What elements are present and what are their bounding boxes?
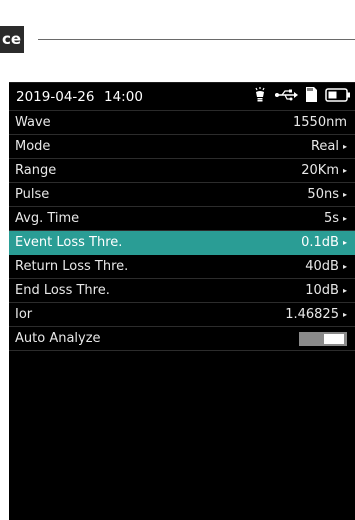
chevron-right-icon: ▸	[342, 285, 347, 295]
setting-label: Auto Analyze	[15, 331, 101, 346]
setting-value-group: 1550nm	[293, 115, 347, 130]
setting-value-group: 20Km ▸	[301, 163, 347, 178]
chevron-right-icon: ▸	[342, 141, 347, 151]
setting-row-avg-time[interactable]: Avg. Time 5s ▸	[9, 207, 355, 231]
header-tag: ce	[0, 26, 24, 53]
chevron-right-icon: ▸	[342, 309, 347, 319]
header-divider	[38, 39, 355, 40]
setting-value: 0.1dB	[301, 235, 339, 250]
setting-row-wave[interactable]: Wave 1550nm	[9, 111, 355, 135]
setting-value-group: 5s ▸	[324, 211, 347, 226]
setting-label: Ior	[15, 307, 33, 322]
setting-value: 1.46825	[285, 307, 339, 322]
setting-value: 5s	[323, 211, 339, 226]
status-icons	[214, 86, 351, 107]
setting-label: Avg. Time	[15, 211, 80, 226]
setting-value-group: 50ns ▸	[307, 187, 347, 202]
setting-row-event-loss-thre[interactable]: Event Loss Thre. 0.1dB ▸	[9, 231, 355, 255]
setting-row-auto-analyze[interactable]: Auto Analyze	[9, 327, 355, 351]
chevron-right-icon: ▸	[342, 237, 347, 247]
setting-row-range[interactable]: Range 20Km ▸	[9, 159, 355, 183]
setting-row-end-loss-thre[interactable]: End Loss Thre. 10dB ▸	[9, 279, 355, 303]
status-bar: 2019-04-26 14:00	[9, 83, 355, 111]
usb-icon	[274, 89, 298, 105]
toggle-knob	[324, 333, 344, 344]
chevron-right-icon: ▸	[342, 261, 347, 271]
setting-value-group: 10dB ▸	[305, 283, 347, 298]
setting-row-pulse[interactable]: Pulse 50ns ▸	[9, 183, 355, 207]
setting-label: Range	[15, 163, 57, 178]
setting-row-return-loss-thre[interactable]: Return Loss Thre. 40dB ▸	[9, 255, 355, 279]
setting-label: Pulse	[15, 187, 50, 202]
device-screen: 2019-04-26 14:00 Wave 1550nm Mode Real ▸…	[9, 82, 355, 520]
sd-card-icon	[306, 87, 317, 106]
lightbulb-icon	[254, 86, 266, 107]
setting-row-mode[interactable]: Mode Real ▸	[9, 135, 355, 159]
setting-value: 40dB	[305, 259, 339, 274]
setting-value-group: Real ▸	[311, 139, 347, 154]
setting-value: 20Km	[301, 163, 339, 178]
setting-label: Mode	[15, 139, 51, 154]
setting-value: 50ns	[307, 187, 339, 202]
status-date: 2019-04-26	[16, 88, 95, 105]
setting-label: Event Loss Thre.	[15, 235, 123, 250]
setting-value: Real	[310, 139, 339, 154]
setting-value-group: 40dB ▸	[305, 259, 347, 274]
setting-value: 10dB	[305, 283, 339, 298]
setting-value-group: 1.46825 ▸	[285, 307, 347, 322]
battery-icon	[325, 87, 351, 106]
chevron-right-icon: ▸	[342, 189, 347, 199]
setting-label: End Loss Thre.	[15, 283, 110, 298]
setting-row-ior[interactable]: Ior 1.46825 ▸	[9, 303, 355, 327]
chevron-right-icon: ▸	[342, 165, 347, 175]
setting-value-group: 0.1dB ▸	[301, 235, 347, 250]
status-time: 14:00	[104, 88, 143, 105]
setting-value: 1550nm	[293, 115, 347, 130]
chevron-right-icon: ▸	[342, 213, 347, 223]
setting-label: Wave	[15, 115, 51, 130]
setting-label: Return Loss Thre.	[15, 259, 129, 274]
settings-list: Wave 1550nm Mode Real ▸ Range 20Km ▸ Pul…	[9, 111, 355, 351]
auto-analyze-toggle[interactable]	[299, 331, 347, 346]
